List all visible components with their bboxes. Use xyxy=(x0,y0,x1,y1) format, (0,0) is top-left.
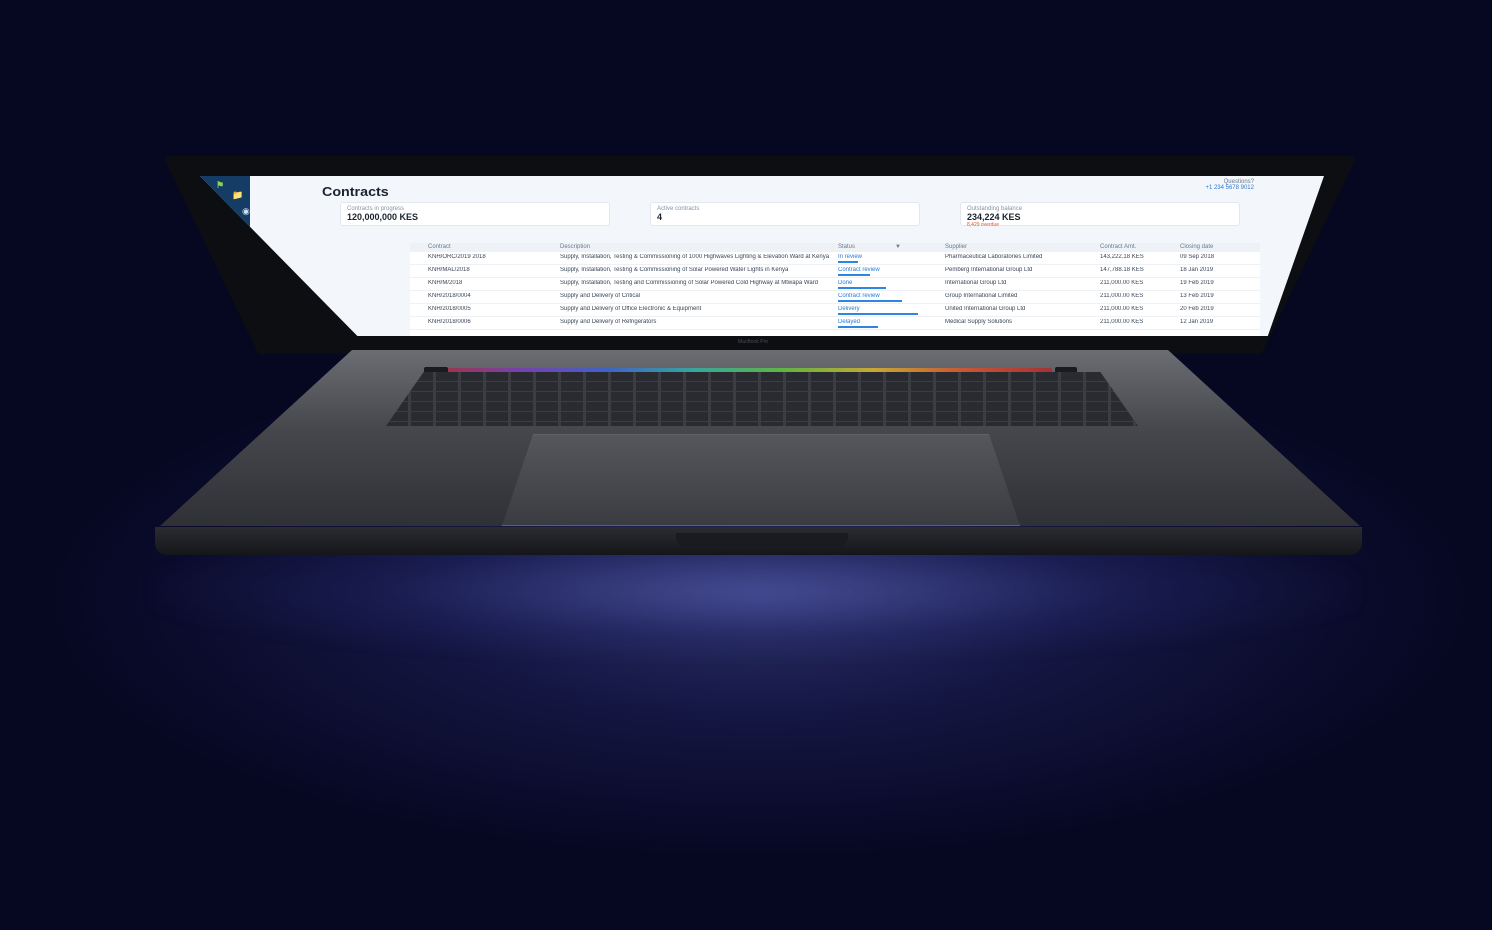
main-content: Contracts Questions? +1 234 5678 9012 Co… xyxy=(250,176,1324,336)
status-progress-bar xyxy=(838,261,858,263)
table-row[interactable]: KNH/ORC/2019 2018 Supply, Installation, T… xyxy=(410,253,1260,265)
stat-value: 234,224 KES xyxy=(967,212,1021,222)
contract-amount: 211,000.00 KES xyxy=(1100,319,1144,325)
supplier-name: International Group Ltd xyxy=(945,280,1007,286)
column-header[interactable]: Contract Amt. xyxy=(1100,244,1136,250)
notification-dot[interactable] xyxy=(228,316,240,324)
column-header[interactable]: Closing date xyxy=(1180,244,1213,250)
contract-id[interactable]: KNH/M/2018 xyxy=(428,280,548,286)
help-phone-link[interactable]: +1 234 5678 9012 xyxy=(1205,185,1254,191)
status-progress-bar xyxy=(838,313,918,315)
table-row[interactable]: KNH/MAL/2018 Supply, Installation, Testin… xyxy=(410,266,1260,278)
contract-amount: 211,000.00 KES xyxy=(1100,293,1144,299)
closing-date: 13 Feb 2019 xyxy=(1180,293,1214,299)
bezel-label: MacBook Pro xyxy=(738,339,769,345)
stat-card-balance: Outstanding balance 234,224 KES 8,429 ov… xyxy=(960,202,1240,228)
stat-value: 120,000,000 KES xyxy=(347,212,419,222)
closing-date: 18 Jan 2019 xyxy=(1180,267,1214,273)
status-progress-bar xyxy=(838,326,878,328)
column-header[interactable]: Supplier xyxy=(945,244,967,250)
status-label: Contract review xyxy=(838,267,880,273)
laptop-screen: ⚑ 📁 ◉ Contracts Questions? +1 234 5678 9… xyxy=(200,176,1324,336)
supplier-name: Group International Limited xyxy=(945,293,1018,299)
status-label: Delivery xyxy=(838,306,860,312)
stat-card-active: Active contracts 4 xyxy=(650,202,920,226)
closing-date: 09 Sep 2018 xyxy=(1180,254,1215,260)
status-progress-bar xyxy=(838,274,870,276)
page-title: Contracts xyxy=(322,184,389,199)
status-label: Done xyxy=(838,280,853,286)
column-header[interactable]: Status xyxy=(838,244,855,250)
filter-icon[interactable]: ▼ xyxy=(895,244,901,250)
stat-value: 4 xyxy=(657,212,663,222)
contract-id[interactable]: KNH/ORC/2019 2018 xyxy=(428,254,548,260)
trackpad[interactable] xyxy=(502,434,1020,526)
folder-icon[interactable]: 📁 xyxy=(232,190,243,201)
stat-overdue: 8,429 overdue xyxy=(967,222,999,228)
supplier-name: Pharmaceutical Laboratories Limited xyxy=(945,254,1043,260)
status-label: Contract review xyxy=(838,293,880,299)
table-row[interactable]: KNH/2018/0004 Supply and Delivery of Crit… xyxy=(410,292,1260,304)
contract-description: Supply and Delivery of Refrigerators xyxy=(560,319,657,325)
closing-date: 20 Feb 2019 xyxy=(1180,306,1214,312)
help-contact: Questions? +1 234 5678 9012 xyxy=(1205,179,1254,191)
status-progress-bar xyxy=(838,300,902,302)
status-label: Delayed xyxy=(838,319,861,325)
contract-amount: 147,788.18 KES xyxy=(1100,267,1144,273)
supplier-name: Medical Supply Solutions xyxy=(945,319,1013,325)
keyboard-rows xyxy=(386,372,1138,426)
status-dot[interactable] xyxy=(230,326,242,334)
contract-amount: 211,000.00 KES xyxy=(1100,280,1144,286)
table-row[interactable]: KNH/2018/0006 Supply and Delivery of Refr… xyxy=(410,318,1260,330)
contract-id[interactable]: KNH/2018/0006 xyxy=(428,319,548,325)
table-row[interactable]: KNH/2018/0005 Supply and Delivery of Offi… xyxy=(410,305,1260,317)
status-progress-bar xyxy=(838,287,886,289)
column-header[interactable]: Contract xyxy=(428,244,451,250)
contract-description: Supply and Delivery of Office Electronic… xyxy=(560,306,702,312)
lid-opening-notch xyxy=(676,533,848,547)
contract-description: Supply, Installation, Testing & Commissi… xyxy=(560,267,789,273)
stat-card-contracts: Contracts in progress 120,000,000 KES xyxy=(340,202,610,226)
contract-description: Supply, Installation, Testing and Commis… xyxy=(560,280,819,286)
contract-amount: 143,222.18 KES xyxy=(1100,254,1144,260)
contract-id[interactable]: KNH/2018/0004 xyxy=(428,293,548,299)
closing-date: 19 Feb 2019 xyxy=(1180,280,1214,286)
contract-id[interactable]: KNH/2018/0005 xyxy=(428,306,548,312)
contracts-table: Contract Description Status ▼ Supplier C… xyxy=(410,243,1260,336)
contract-amount: 211,000.00 KES xyxy=(1100,306,1144,312)
supplier-name: United International Group Ltd xyxy=(945,306,1026,312)
logo-icon[interactable]: ⚑ xyxy=(216,180,224,191)
table-row[interactable]: KNH/M/2018 Supply, Installation, Testing … xyxy=(410,279,1260,291)
contract-description: Supply and Delivery of Critical xyxy=(560,293,641,299)
status-label: In review xyxy=(838,254,863,260)
column-header[interactable]: Description xyxy=(560,244,590,250)
contract-id[interactable]: KNH/MAL/2018 xyxy=(428,267,548,273)
eye-icon[interactable]: ◉ xyxy=(242,206,250,217)
contract-description: Supply, Installation, Testing & Commissi… xyxy=(560,254,830,260)
supplier-name: Pemberg International Group Ltd xyxy=(945,267,1033,273)
closing-date: 12 Jan 2019 xyxy=(1180,319,1214,325)
table-header: Contract Description Status ▼ Supplier C… xyxy=(410,243,1260,252)
